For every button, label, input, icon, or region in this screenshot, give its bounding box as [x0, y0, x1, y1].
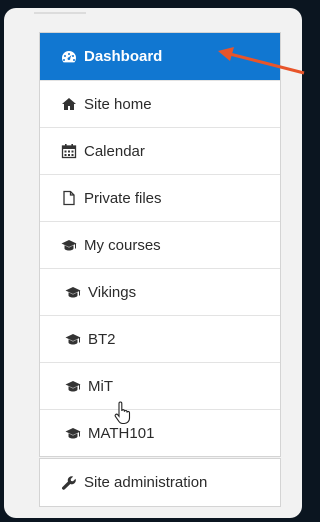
- nav-item-label: Dashboard: [84, 48, 163, 65]
- hand-pointer-cursor-icon: [114, 401, 131, 425]
- nav-item-private-files[interactable]: Private files: [40, 174, 280, 221]
- nav-item-site-administration[interactable]: Site administration: [40, 459, 280, 506]
- admin-navigation: Site administration: [39, 458, 281, 507]
- drawer-top-divider: [34, 12, 86, 14]
- screen-background: Dashboard Site home Calendar Private fil…: [0, 0, 306, 522]
- graduation-cap-icon: [64, 378, 82, 394]
- nav-item-label: Calendar: [84, 142, 145, 160]
- nav-item-label: MATH101: [88, 424, 155, 442]
- annotation-arrow-icon: [218, 47, 305, 75]
- nav-item-label: BT2: [88, 330, 116, 348]
- graduation-cap-icon: [64, 284, 82, 300]
- graduation-cap-icon: [64, 331, 82, 347]
- nav-item-my-courses[interactable]: My courses: [40, 221, 280, 268]
- nav-item-course-bt2[interactable]: BT2: [40, 315, 280, 362]
- calendar-icon: [60, 143, 78, 159]
- nav-item-label: Private files: [84, 189, 162, 207]
- wrench-icon: [60, 475, 78, 491]
- nav-item-label: Site administration: [84, 474, 208, 491]
- graduation-cap-icon: [60, 237, 78, 253]
- nav-item-course-mit[interactable]: MiT: [40, 362, 280, 409]
- nav-item-label: MiT: [88, 377, 113, 395]
- file-icon: [60, 190, 78, 206]
- nav-item-label: My courses: [84, 236, 161, 254]
- nav-item-course-math101[interactable]: MATH101: [40, 409, 280, 456]
- dashboard-icon: [60, 49, 78, 65]
- graduation-cap-icon: [64, 425, 82, 441]
- nav-item-label: Vikings: [88, 283, 137, 301]
- main-navigation: Dashboard Site home Calendar Private fil…: [39, 32, 281, 457]
- nav-item-course-vikings[interactable]: Vikings: [40, 268, 280, 315]
- home-icon: [60, 96, 78, 112]
- nav-item-site-home[interactable]: Site home: [40, 80, 280, 127]
- nav-item-label: Site home: [84, 95, 152, 113]
- nav-item-calendar[interactable]: Calendar: [40, 127, 280, 174]
